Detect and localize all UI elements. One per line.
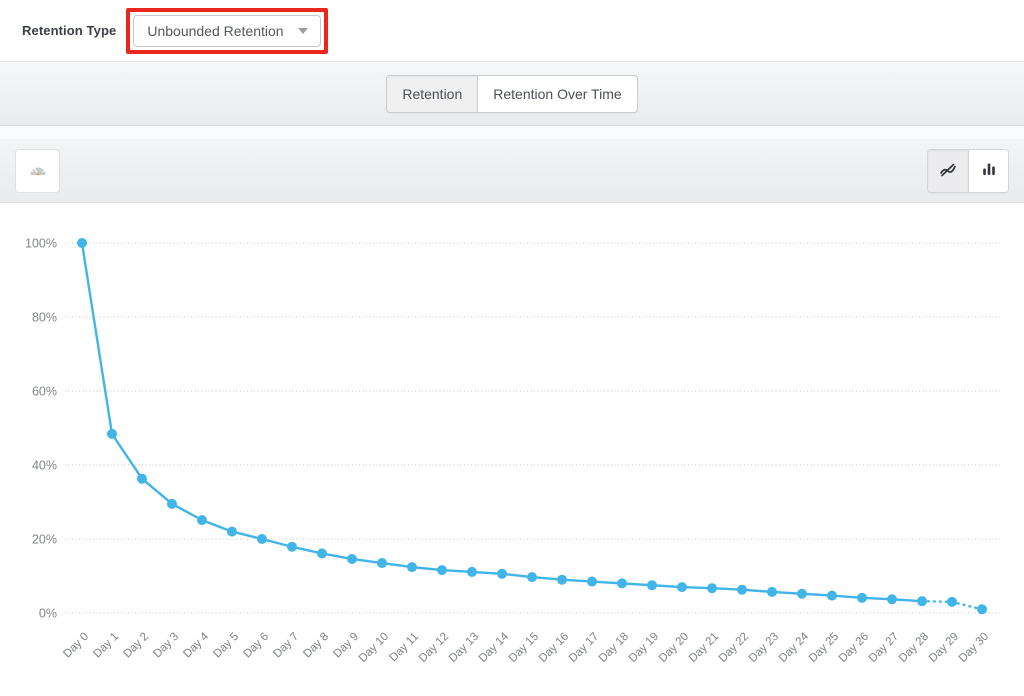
data-point[interactable] [257, 534, 267, 544]
data-point[interactable] [677, 582, 687, 592]
divider-strip [0, 126, 1024, 139]
x-tick-label: Day 23 [747, 631, 781, 665]
y-tick-label: 80% [32, 311, 57, 325]
x-tick-label: Day 18 [597, 631, 631, 665]
data-point[interactable] [857, 593, 867, 603]
x-tick-label: Day 20 [657, 631, 691, 665]
retention-line-chart: 0%20%40%60%80%100%Day 0Day 1Day 2Day 3Da… [0, 203, 1024, 696]
x-tick-label: Day 24 [777, 630, 812, 665]
data-point[interactable] [437, 565, 447, 575]
data-point[interactable] [887, 594, 897, 604]
x-tick-label: Day 7 [271, 631, 301, 661]
x-tick-label: Day 3 [151, 631, 181, 661]
x-tick-label: Day 28 [897, 631, 931, 665]
data-point[interactable] [467, 567, 477, 577]
header-bar: Retention Type Unbounded Retention [0, 0, 1024, 62]
data-point[interactable] [647, 580, 657, 590]
x-tick-label: Day 5 [211, 631, 241, 661]
data-point[interactable] [557, 575, 567, 585]
tab-retention[interactable]: Retention [387, 76, 477, 112]
retention-tabs: Retention Retention Over Time [386, 75, 637, 113]
y-tick-label: 100% [25, 237, 57, 251]
data-point[interactable] [827, 591, 837, 601]
bar-chart-icon [980, 160, 998, 183]
retention-type-label: Retention Type [22, 23, 116, 38]
data-point[interactable] [587, 577, 597, 587]
data-point[interactable] [377, 558, 387, 568]
data-point[interactable] [197, 515, 207, 525]
y-tick-label: 60% [32, 385, 57, 399]
x-tick-label: Day 1 [91, 631, 121, 661]
line-chart-icon [939, 160, 957, 183]
x-tick-label: Day 15 [507, 631, 541, 665]
data-point[interactable] [407, 562, 417, 572]
chart-type-toggle [927, 149, 1009, 193]
x-tick-label: Day 2 [121, 631, 151, 661]
x-tick-label: Day 22 [717, 631, 751, 665]
x-tick-label: Day 30 [957, 631, 991, 665]
x-tick-label: Day 21 [687, 631, 721, 665]
x-tick-label: Day 8 [301, 631, 331, 661]
line-chart-toggle-button[interactable] [928, 150, 968, 192]
data-point[interactable] [227, 527, 237, 537]
x-tick-label: Day 17 [567, 631, 601, 665]
retention-type-dropdown[interactable]: Unbounded Retention [133, 15, 320, 47]
data-point[interactable] [167, 499, 177, 509]
gauge-icon [28, 161, 48, 182]
data-point[interactable] [497, 569, 507, 579]
tab-band: Retention Retention Over Time [0, 62, 1024, 126]
y-tick-label: 0% [39, 607, 57, 621]
data-point[interactable] [137, 474, 147, 484]
x-tick-label: Day 14 [477, 630, 512, 665]
y-tick-label: 40% [32, 459, 57, 473]
x-tick-label: Day 25 [807, 631, 841, 665]
x-tick-label: Day 10 [357, 631, 391, 665]
x-tick-label: Day 26 [837, 631, 871, 665]
y-tick-label: 20% [32, 533, 57, 547]
x-tick-label: Day 12 [417, 631, 451, 665]
retention-type-value: Unbounded Retention [147, 23, 283, 39]
data-point[interactable] [917, 596, 927, 606]
data-point[interactable] [107, 429, 117, 439]
bar-chart-toggle-button[interactable] [968, 150, 1008, 192]
retention-chart-panel: 0%20%40%60%80%100%Day 0Day 1Day 2Day 3Da… [0, 203, 1024, 696]
x-tick-label: Day 11 [387, 631, 421, 665]
chart-toolbar [0, 139, 1024, 203]
tab-retention-over-time[interactable]: Retention Over Time [477, 76, 636, 112]
x-tick-label: Day 13 [447, 631, 481, 665]
add-to-dashboard-button[interactable] [15, 149, 60, 193]
data-point[interactable] [767, 587, 777, 597]
x-tick-label: Day 29 [927, 631, 961, 665]
data-point[interactable] [317, 548, 327, 558]
annotation-box: Unbounded Retention [126, 8, 327, 54]
x-tick-label: Day 0 [61, 631, 91, 661]
data-point[interactable] [707, 583, 717, 593]
retention-line [82, 243, 922, 601]
data-point[interactable] [977, 604, 987, 614]
chevron-down-icon [298, 28, 308, 34]
x-tick-label: Day 4 [181, 630, 211, 660]
data-point[interactable] [347, 554, 357, 564]
data-point[interactable] [947, 597, 957, 607]
data-point[interactable] [287, 542, 297, 552]
data-point[interactable] [617, 578, 627, 588]
x-tick-label: Day 6 [241, 631, 271, 661]
x-tick-label: Day 16 [537, 631, 571, 665]
data-point[interactable] [77, 238, 87, 248]
data-point[interactable] [527, 572, 537, 582]
data-point[interactable] [737, 585, 747, 595]
x-tick-label: Day 27 [867, 631, 901, 665]
data-point[interactable] [797, 589, 807, 599]
x-tick-label: Day 19 [627, 631, 661, 665]
